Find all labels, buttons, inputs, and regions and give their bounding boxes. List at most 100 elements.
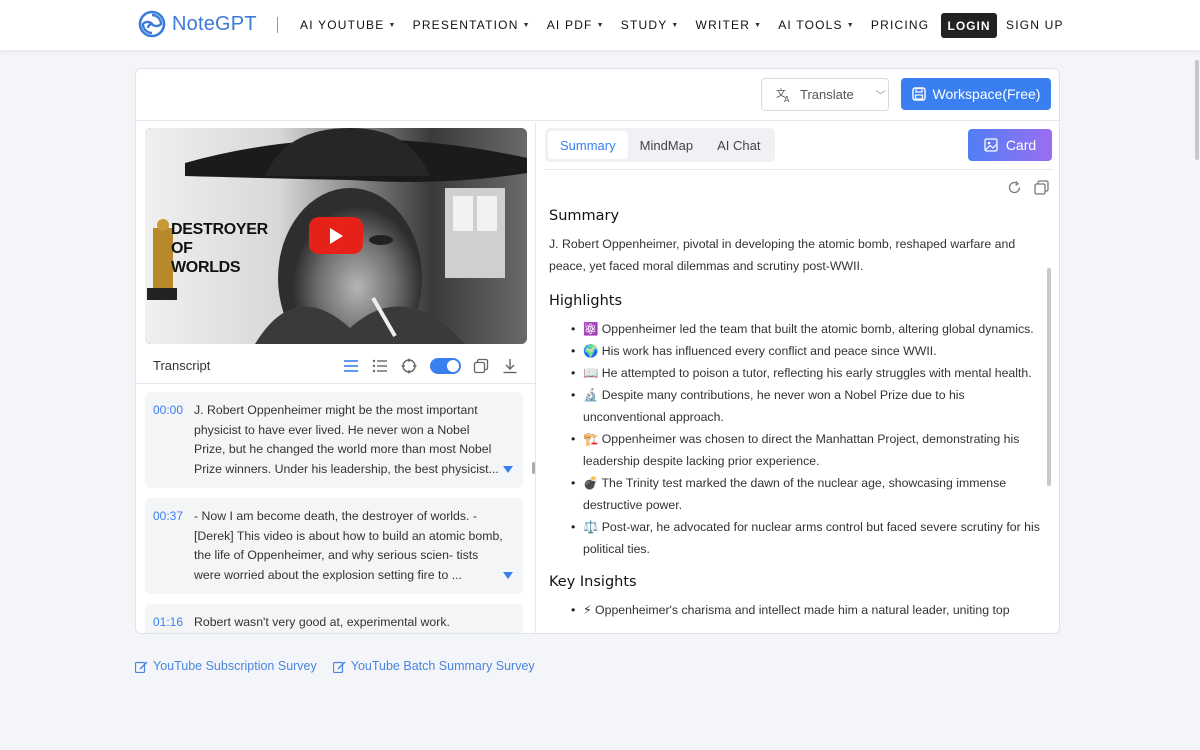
transcript-item[interactable]: 00:37 - Now I am become death, the destro… bbox=[145, 497, 523, 594]
insights-title: Key Insights bbox=[549, 574, 637, 590]
transcript-item[interactable]: 00:00 J. Robert Oppenheimer might be the … bbox=[145, 392, 523, 488]
transcript-text: J. Robert Oppenheimer might be the most … bbox=[194, 403, 499, 477]
summary-text: J. Robert Oppenheimer, pivotal in develo… bbox=[549, 237, 1016, 273]
transcript-timestamp[interactable]: 01:16 bbox=[153, 615, 183, 629]
tab-mindmap[interactable]: MindMap bbox=[628, 131, 705, 159]
nav-item-pricing[interactable]: PRICING bbox=[871, 18, 929, 32]
summary-scrollbar[interactable] bbox=[1047, 268, 1051, 486]
right-panel: Summary MindMap AI Chat Card Summary J. Ro… bbox=[537, 122, 1059, 633]
main-card: 文 A Translate ﹀ Workspace(Free) DESTROYE… bbox=[135, 68, 1060, 634]
caret-down-icon: ▼ bbox=[846, 21, 855, 29]
chevron-down-icon: ﹀ bbox=[875, 91, 886, 102]
autoscroll-toggle[interactable] bbox=[430, 358, 461, 374]
list-item: ⚡ Oppenheimer's charisma and intellect m… bbox=[571, 599, 1047, 621]
top-navbar: NoteGPT AI YOUTUBE ▼ PRESENTATION ▼ AI PDF ▼ S… bbox=[0, 0, 1200, 50]
play-button[interactable] bbox=[309, 217, 363, 254]
tab-summary[interactable]: Summary bbox=[548, 131, 628, 159]
summary-actions bbox=[1007, 180, 1049, 195]
summary-tabs: Summary MindMap AI Chat bbox=[545, 128, 776, 162]
transcript-text: - Now I am become death, the destroyer o… bbox=[194, 508, 503, 582]
caret-down-icon: ▼ bbox=[522, 21, 531, 29]
video-player[interactable]: DESTROYER OF WORLDS bbox=[145, 128, 527, 344]
logo[interactable]: NoteGPT bbox=[138, 10, 257, 38]
nav-item-label: PRESENTATION bbox=[412, 18, 519, 32]
nav-item-label: PRICING bbox=[870, 18, 930, 32]
list-item: 🏗️ Oppenheimer was chosen to direct the … bbox=[571, 428, 1047, 472]
logo-swirl-icon bbox=[138, 10, 166, 38]
transcript-label: Transcript bbox=[153, 358, 211, 373]
page-scrollbar[interactable] bbox=[1195, 60, 1199, 160]
caret-down-icon: ▼ bbox=[596, 21, 605, 29]
workspace-button[interactable]: Workspace(Free) bbox=[901, 78, 1051, 110]
card-toolbar: 文 A Translate ﹀ Workspace(Free) bbox=[136, 69, 1059, 121]
left-panel: DESTROYER OF WORLDS Transcript 00:00 J. … bbox=[136, 122, 536, 633]
tab-ai-chat[interactable]: AI Chat bbox=[705, 131, 772, 159]
workspace-label: Workspace(Free) bbox=[932, 86, 1041, 102]
paragraph-view-icon[interactable] bbox=[342, 357, 360, 375]
insights-list: ⚡ Oppenheimer's charisma and intellect m… bbox=[571, 599, 1047, 621]
nav-item-label: WRITER bbox=[695, 18, 751, 32]
transcript-timestamp[interactable]: 00:37 bbox=[153, 509, 183, 523]
locate-icon[interactable] bbox=[400, 357, 418, 375]
play-icon bbox=[330, 227, 343, 244]
nav-item-label: AI PDF bbox=[546, 18, 593, 32]
list-item: 💣 The Trinity test marked the dawn of th… bbox=[571, 472, 1047, 516]
survey-links: YouTube Subscription Survey YouTube Batch… bbox=[135, 659, 535, 673]
logo-text: NoteGPT bbox=[172, 12, 257, 35]
transcript-text: Robert wasn't very good at, experimental… bbox=[194, 614, 450, 629]
video-overlay-line1: DESTROYER bbox=[171, 221, 268, 238]
video-overlay-line2: OF bbox=[171, 240, 193, 257]
transcript-item[interactable]: 01:16 Robert wasn't very good at, experim… bbox=[145, 603, 523, 633]
list-item: ⚛️ Oppenheimer led the team that built t… bbox=[571, 318, 1047, 340]
copy-summary-icon[interactable] bbox=[1034, 180, 1049, 195]
translate-icon: 文 A bbox=[776, 87, 790, 103]
highlights-title: Highlights bbox=[549, 293, 623, 309]
transcript-list: 00:00 J. Robert Oppenheimer might be the … bbox=[145, 392, 525, 633]
summary-content: Summary J. Robert Oppenheimer, pivotal i… bbox=[549, 208, 1047, 626]
expand-triangle-icon[interactable] bbox=[503, 571, 513, 579]
transcript-timestamp[interactable]: 00:00 bbox=[153, 403, 183, 417]
survey-link-label: YouTube Batch Summary Survey bbox=[350, 659, 535, 673]
image-icon bbox=[984, 138, 998, 152]
list-item: 🌍 His work has influenced every conflict… bbox=[571, 340, 1047, 362]
divider bbox=[545, 169, 1053, 170]
nav-item-label: AI YOUTUBE bbox=[300, 18, 385, 32]
transcript-scrollbar[interactable] bbox=[532, 462, 535, 474]
nav-item-ai-tools[interactable]: AI TOOLS ▼ bbox=[778, 18, 855, 32]
expand-triangle-icon[interactable] bbox=[503, 465, 513, 473]
survey-link[interactable]: YouTube Batch Summary Survey bbox=[332, 659, 535, 673]
svg-text:A: A bbox=[784, 95, 790, 103]
translate-label: Translate bbox=[800, 87, 854, 102]
survey-link[interactable]: YouTube Subscription Survey bbox=[135, 659, 317, 673]
edit-note-icon bbox=[332, 661, 346, 673]
nav-item-presentation[interactable]: PRESENTATION ▼ bbox=[413, 18, 531, 32]
transcript-toolbar: Transcript bbox=[136, 348, 536, 384]
video-overlay-line3: WORLDS bbox=[171, 259, 241, 276]
nav-item-ai-pdf[interactable]: AI PDF ▼ bbox=[547, 18, 605, 32]
card-button[interactable]: Card bbox=[968, 129, 1052, 161]
survey-link-label: YouTube Subscription Survey bbox=[153, 659, 317, 673]
caret-down-icon: ▼ bbox=[754, 21, 763, 29]
translate-dropdown[interactable]: 文 A Translate ﹀ bbox=[761, 78, 889, 111]
nav-item-ai-youtube[interactable]: AI YOUTUBE ▼ bbox=[300, 18, 397, 32]
caret-down-icon: ▼ bbox=[388, 21, 397, 29]
summary-title: Summary bbox=[549, 208, 620, 224]
list-item: 🔬 Despite many contributions, he never w… bbox=[571, 384, 1047, 428]
highlights-list: ⚛️ Oppenheimer led the team that built t… bbox=[571, 318, 1047, 560]
nav-separator bbox=[277, 17, 278, 33]
list-item: ⚖️ Post-war, he advocated for nuclear ar… bbox=[571, 516, 1047, 560]
card-label: Card bbox=[1005, 137, 1037, 153]
login-button[interactable]: LOGIN bbox=[941, 13, 997, 38]
list-item: 📖 He attempted to poison a tutor, reflec… bbox=[571, 362, 1047, 384]
copy-icon[interactable] bbox=[472, 357, 490, 375]
caret-down-icon: ▼ bbox=[671, 21, 680, 29]
nav-item-study[interactable]: STUDY ▼ bbox=[621, 18, 680, 32]
list-view-icon[interactable] bbox=[371, 357, 389, 375]
refresh-icon[interactable] bbox=[1007, 180, 1022, 195]
nav-menu: AI YOUTUBE ▼ PRESENTATION ▼ AI PDF ▼ STUDY ▼ WRI… bbox=[300, 0, 945, 50]
nav-item-writer[interactable]: WRITER ▼ bbox=[696, 18, 763, 32]
download-icon[interactable] bbox=[501, 357, 519, 375]
nav-item-label: AI TOOLS bbox=[778, 18, 843, 32]
nav-item-label: STUDY bbox=[620, 18, 668, 32]
signup-link[interactable]: SIGN UP bbox=[1006, 18, 1064, 32]
